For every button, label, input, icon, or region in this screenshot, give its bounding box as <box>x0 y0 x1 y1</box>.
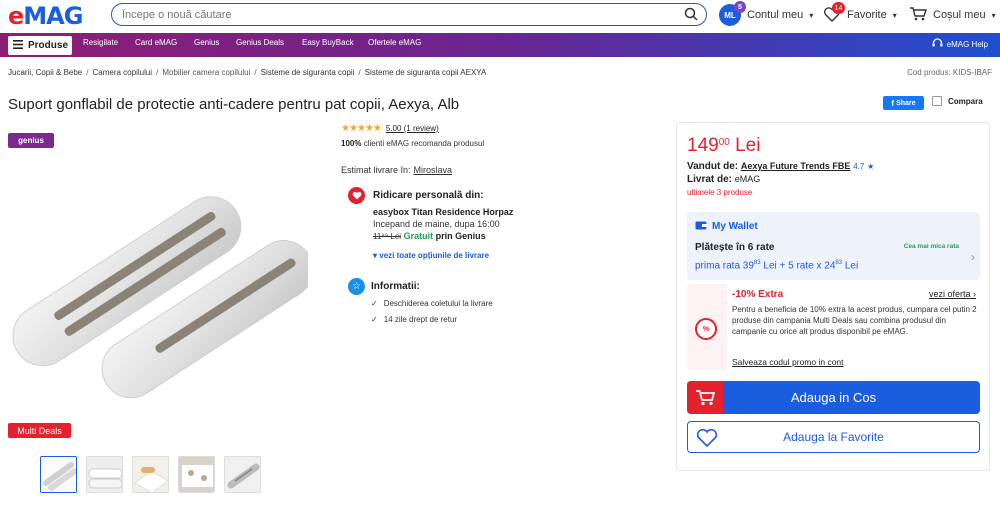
thumbnail-strip <box>40 456 261 493</box>
check-icon: ✓ <box>371 315 378 324</box>
promo-title: -10% Extra <box>732 289 784 300</box>
reviews-link[interactable]: 5.00 (1 review) <box>386 124 439 133</box>
stock-status: ultimele 3 produse <box>687 188 753 197</box>
recommend-text: 100% clienti eMAG recomanda produsul <box>341 139 485 148</box>
hamburger-icon <box>13 39 23 52</box>
delivery-estimate: Estimat livrare în: Miroslava <box>341 165 453 175</box>
nav-item-easy-buyback[interactable]: Easy BuyBack <box>302 38 354 47</box>
thumbnail-image[interactable] <box>86 456 123 493</box>
page-title: Suport gonflabil de protectie anti-cader… <box>8 96 460 113</box>
location-link[interactable]: Miroslava <box>414 165 453 175</box>
breadcrumb-separator: / <box>156 68 159 77</box>
avatar: ML 5 <box>719 1 746 26</box>
favorites-count-badge: 14 <box>832 2 845 14</box>
thumbnail-image[interactable] <box>40 456 77 493</box>
info-star-icon: ☆ <box>348 278 365 295</box>
breadcrumb-item[interactable]: Camera copilului <box>93 68 153 77</box>
multi-deals-badge: Multi Deals <box>8 423 71 438</box>
thumbnail-image[interactable] <box>132 456 169 493</box>
chevron-down-icon: ▾ <box>809 10 814 20</box>
promo-text: Pentru a beneficia de 10% extra la acest… <box>732 305 977 336</box>
emag-logo[interactable]: eMAG <box>8 2 83 30</box>
product-summary: ★★★★★ 5.00 (1 review) 100% clienti eMAG … <box>341 123 641 148</box>
cart-icon <box>687 381 723 414</box>
facebook-share-button[interactable]: f Share <box>883 96 924 110</box>
add-to-favorites-button[interactable]: Adauga la Favorite <box>687 421 980 453</box>
nav-item-ofertele-emag[interactable]: Ofertele eMAG <box>368 38 421 47</box>
search-bar <box>111 3 707 26</box>
pickup-place: easybox Titan Residence Horpaz <box>373 207 514 217</box>
see-offer-link[interactable]: vezi oferta › <box>929 289 976 299</box>
favorites-menu[interactable]: 14 Favorite ▾ <box>823 2 897 28</box>
heart-icon: 14 <box>823 2 845 24</box>
top-header: eMAG ML5 Contul meu ▾ 14 Favorite ▾ Coșu… <box>0 0 1000 30</box>
pickup-time: Incepand de maine, dupa 16:00 <box>373 219 500 229</box>
lowest-rate-tag: Cea mai mica rata <box>903 243 959 250</box>
nav-item-genius-deals[interactable]: Genius Deals <box>236 38 284 47</box>
chevron-right-icon: › <box>973 289 976 299</box>
breadcrumb-item[interactable]: Mobilier camera copilului <box>162 68 250 77</box>
star-rating-icon: ★★★★★ <box>341 123 382 134</box>
search-input[interactable] <box>122 7 682 22</box>
headset-icon <box>932 38 943 50</box>
rating-row: ★★★★★ 5.00 (1 review) <box>341 123 641 134</box>
product-main-image[interactable] <box>8 150 314 410</box>
breadcrumb-separator: / <box>358 68 361 77</box>
info-item: ✓ Deschiderea coletului la livrare <box>371 299 493 308</box>
help-link[interactable]: eMAG Help <box>932 38 988 50</box>
genius-badge: genius <box>8 133 54 148</box>
compare-checkbox[interactable] <box>932 96 942 106</box>
thumbnail-image[interactable] <box>224 456 261 493</box>
breadcrumb-separator: / <box>254 68 257 77</box>
pickup-info: Ridicare personală din: easybox Titan Re… <box>373 190 573 243</box>
account-menu[interactable]: ML 5 Contul meu ▾ <box>719 1 814 28</box>
account-badge: 5 <box>734 1 746 13</box>
compare-toggle[interactable]: Compara <box>932 96 983 106</box>
nav-item-genius[interactable]: Genius <box>194 38 219 47</box>
info-block: Informatii: ✓ Deschiderea coletului la li… <box>371 281 493 324</box>
nav-item-card-emag[interactable]: Card eMAG <box>135 38 177 47</box>
account-label: Contul meu <box>747 9 804 21</box>
cart-icon <box>909 6 927 24</box>
pickup-heart-icon <box>348 187 365 204</box>
facebook-icon: f <box>891 98 895 108</box>
product-code: Cod produs: KIDS-IBAF <box>907 68 992 77</box>
seller-link[interactable]: Aexya Future Trends FBE <box>741 161 851 171</box>
breadcrumb: Jucarii, Copii & Bebe / Camera copilului / M… <box>8 68 486 77</box>
favorites-label: Favorite <box>847 9 887 21</box>
thumbnail-image[interactable] <box>178 456 215 493</box>
search-icon[interactable] <box>684 7 698 26</box>
save-promo-code-link[interactable]: Salveaza codul promo in cont <box>732 357 844 367</box>
chevron-right-icon: › <box>971 250 975 264</box>
chevron-down-icon: ▾ <box>892 10 897 20</box>
star-icon: ★ <box>867 162 875 171</box>
seller-info: Vandut de: Aexya Future Trends FBE 4.7 ★… <box>687 161 875 197</box>
check-icon: ✓ <box>371 299 378 308</box>
wallet-icon <box>695 220 707 233</box>
breadcrumb-item[interactable]: Sisteme de siguranta copii <box>261 68 355 77</box>
chevron-down-icon: ▾ <box>991 10 996 20</box>
breadcrumb-separator: / <box>86 68 89 77</box>
add-to-cart-button[interactable]: Adauga in Cos <box>687 381 980 414</box>
all-delivery-options-link[interactable]: ▾ vezi toate opțiunile de livrare <box>373 251 489 260</box>
heart-icon <box>696 428 718 450</box>
info-item: ✓ 14 zile drept de retur <box>371 315 458 324</box>
cart-menu[interactable]: Coșul meu ▾ <box>909 2 996 28</box>
seller-rating: 4.7 <box>853 162 865 171</box>
main-nav: Produse Resigilate Card eMAG Genius Geni… <box>0 33 1000 57</box>
installment-details: prima rata 3983 Lei + 5 rate x 2483 Lei <box>695 260 859 272</box>
promo-box: % -10% Extra vezi oferta › Pentru a bene… <box>687 284 980 370</box>
products-menu-button[interactable]: Produse <box>8 36 72 55</box>
breadcrumb-item[interactable]: Sisteme de siguranta copii AEXYA <box>365 68 487 77</box>
cart-label: Coșul meu <box>933 9 986 21</box>
wallet-installments[interactable]: My Wallet Plătește în 6 rate Cea mai mic… <box>687 212 980 280</box>
breadcrumb-item[interactable]: Jucarii, Copii & Bebe <box>8 68 82 77</box>
pickup-price: 11⁹⁹ Lei Gratuit prin Genius <box>373 231 486 241</box>
nav-item-resigilate[interactable]: Resigilate <box>83 38 118 47</box>
product-price: 14900 Lei <box>687 135 761 156</box>
discount-icon: % <box>695 318 717 340</box>
